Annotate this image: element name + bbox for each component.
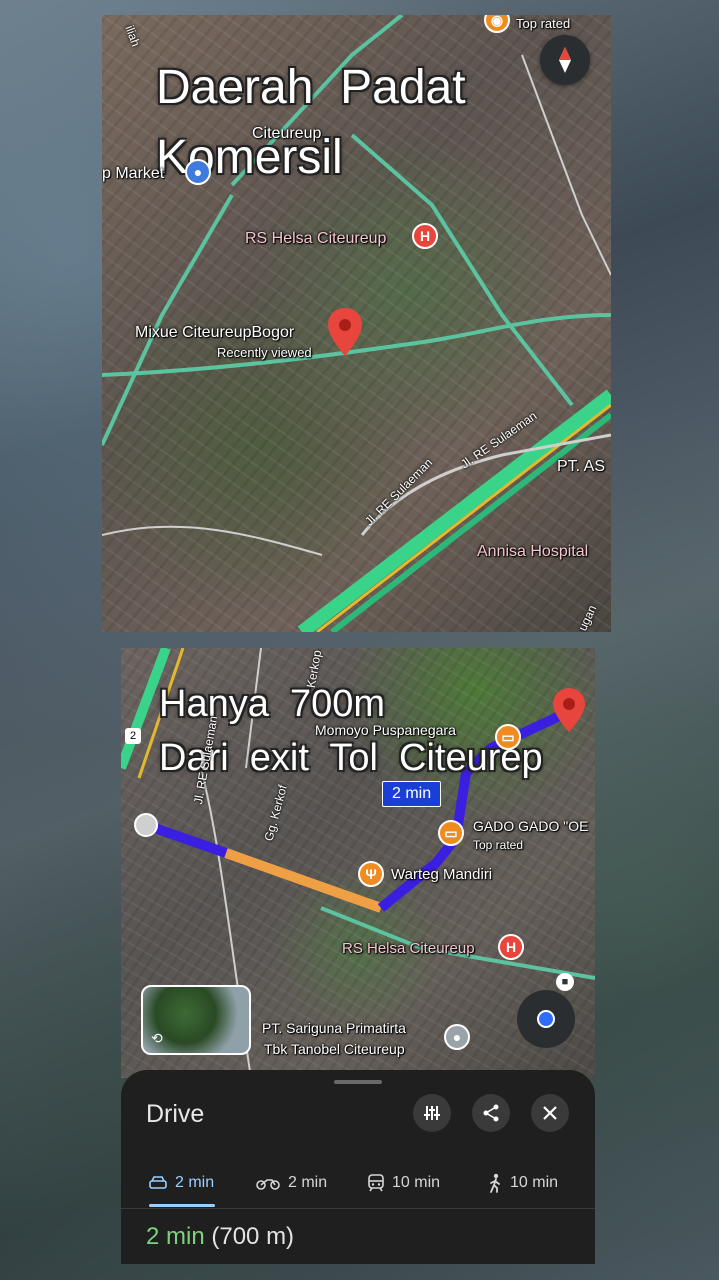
sliders-icon (424, 1106, 440, 1120)
hospital-icon[interactable]: H (412, 223, 438, 249)
tab-drive[interactable]: 2 min (149, 1160, 214, 1206)
compass-icon[interactable] (540, 35, 590, 85)
cafe-icon-momoyo[interactable]: ▭ (495, 724, 521, 750)
label-recently-viewed: Recently viewed (217, 345, 312, 360)
overlay-title-line2: Dari exit Tol Citeurep (159, 737, 543, 779)
active-tab-indicator (149, 1204, 215, 1207)
label-annisa-hospital[interactable]: Annisa Hospital (477, 543, 588, 561)
route-summary[interactable]: 2 min (700 m) (146, 1223, 294, 1251)
route-time: 2 min (146, 1223, 205, 1250)
directions-sheet: Drive 2 min 2 min 10 min 10 min 2 min (7… (121, 1070, 595, 1264)
tab-walk[interactable]: 10 min (488, 1160, 558, 1206)
transit-icon (368, 1174, 384, 1192)
cafe-icon-gado[interactable]: ▭ (438, 820, 464, 846)
label-rs-helsa[interactable]: RS Helsa Citeureup (245, 230, 386, 248)
top-map-screenshot: Daerah Padat Komersil Citeureup p Market… (102, 15, 611, 632)
close-button[interactable] (531, 1094, 569, 1132)
label-citeureup[interactable]: Citeureup (252, 125, 321, 143)
destination-pin-icon[interactable] (553, 688, 585, 732)
travel-mode-tabs: 2 min 2 min 10 min 10 min (121, 1160, 595, 1209)
label-rs-helsa[interactable]: RS Helsa Citeureup (342, 940, 475, 957)
label-momoyo[interactable]: Momoyo Puspanegara (315, 722, 456, 738)
car-icon (149, 1176, 167, 1189)
tab-drive-label: 2 min (175, 1174, 215, 1191)
label-warteg-mandiri[interactable]: Warteg Mandiri (391, 866, 492, 883)
street-view-icon: ⟲ (151, 1030, 163, 1046)
label-market[interactable]: p Market (102, 165, 164, 183)
close-icon (543, 1106, 557, 1120)
tab-transit-label: 10 min (392, 1174, 441, 1191)
street-view-thumbnail[interactable]: ⟲ (141, 985, 251, 1055)
place-pin-icon[interactable]: ● (444, 1024, 470, 1050)
route-shield-icon: 2 (125, 728, 141, 744)
label-top-rated: Top rated (516, 16, 571, 31)
tab-motorcycle[interactable]: 2 min (256, 1160, 327, 1206)
restaurant-icon[interactable]: Ψ (358, 861, 384, 887)
tab-transit[interactable]: 10 min (368, 1160, 440, 1206)
tab-motorcycle-label: 2 min (288, 1174, 328, 1191)
label-top-rated: Top rated (473, 838, 524, 852)
route-distance: (700 m) (211, 1223, 295, 1250)
label-pt-sariguna-2[interactable]: Tbk Tanobel Citeureup (264, 1041, 405, 1057)
bus-stop-icon[interactable]: ■ (556, 973, 574, 991)
options-button[interactable] (413, 1094, 451, 1132)
label-gado-gado[interactable]: GADO GADO "OE (473, 818, 588, 834)
overlay-title-line1: Daerah Padat (156, 61, 466, 114)
sheet-drag-handle[interactable] (334, 1080, 382, 1084)
share-icon (483, 1104, 499, 1122)
my-location-button[interactable] (517, 990, 575, 1048)
sheet-title: Drive (146, 1100, 205, 1128)
bottom-map-screenshot: Hanya 700m Dari exit Tol Citeurep Momoyo… (121, 648, 595, 1078)
motorcycle-icon (256, 1179, 280, 1190)
tab-walk-label: 10 min (510, 1174, 559, 1191)
walk-icon (490, 1173, 500, 1193)
hospital-icon[interactable]: H (498, 934, 524, 960)
my-location-icon (537, 1010, 555, 1028)
share-button[interactable] (472, 1094, 510, 1132)
label-pt-sariguna-1[interactable]: PT. Sariguna Primatirta (262, 1020, 406, 1036)
label-mixue[interactable]: Mixue CiteureupBogor (135, 324, 294, 342)
location-pin-icon[interactable] (328, 308, 362, 356)
label-pt-as[interactable]: PT. AS (557, 458, 605, 476)
overlay-title-line1: Hanya 700m (159, 683, 386, 725)
market-pin-icon[interactable]: ● (185, 159, 211, 185)
route-duration-badge: 2 min (382, 781, 442, 807)
